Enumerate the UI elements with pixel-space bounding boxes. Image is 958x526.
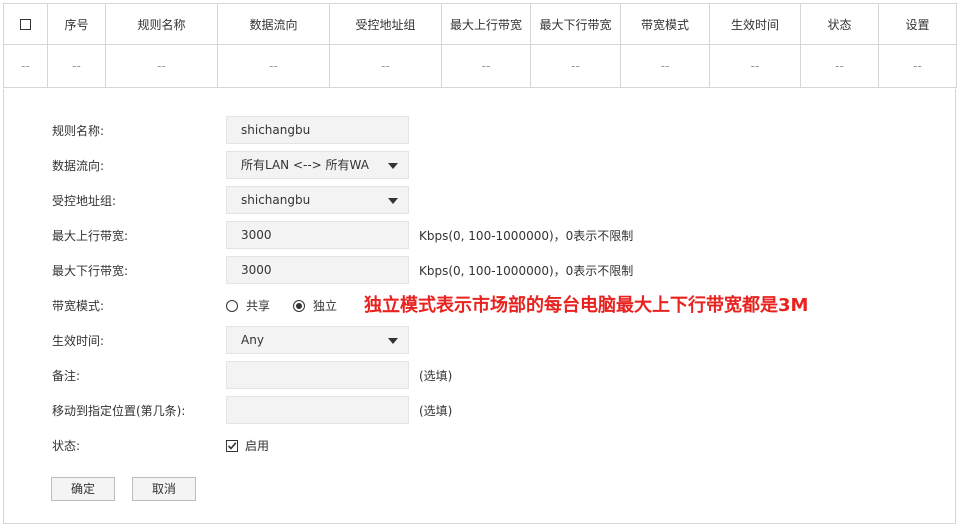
checkmark-icon <box>227 442 237 450</box>
col-header-status: 状态 <box>800 3 879 45</box>
max-up-row: 最大上行带宽: 3000 Kbps(0, 100-1000000)，0表示不限制 <box>4 221 955 251</box>
direction-select[interactable]: 所有LAN <--> 所有WA <box>226 151 409 179</box>
table-row: -- -- -- -- -- -- -- -- -- -- -- <box>3 44 957 88</box>
col-header-time: 生效时间 <box>709 3 801 45</box>
status-label: 状态: <box>52 439 81 453</box>
radio-shared-label[interactable]: 共享 <box>246 291 270 321</box>
col-header-address-group: 受控地址组 <box>329 3 442 45</box>
enable-checkbox-label[interactable]: 启用 <box>245 431 269 461</box>
col-header-max-up: 最大上行带宽 <box>441 3 531 45</box>
col-header-index: 序号 <box>47 3 106 45</box>
position-label: 移动到指定位置(第几条): <box>52 404 186 418</box>
annotation-text: 独立模式表示市场部的每台电脑最大上下行带宽都是3M <box>364 295 809 316</box>
qos-rule-page: 序号 规则名称 数据流向 受控地址组 最大上行带宽 最大下行带宽 带宽模式 生效… <box>0 0 958 526</box>
rules-table: 序号 规则名称 数据流向 受控地址组 最大上行带宽 最大下行带宽 带宽模式 生效… <box>3 3 957 88</box>
note-input[interactable] <box>226 361 409 389</box>
dropdown-arrow-icon <box>388 198 398 204</box>
effective-time-label: 生效时间: <box>52 334 105 348</box>
table-cell: -- <box>47 44 106 88</box>
ok-button[interactable]: 确定 <box>51 477 115 501</box>
max-up-label: 最大上行带宽: <box>52 229 129 243</box>
max-up-input[interactable]: 3000 <box>226 221 409 249</box>
table-cell: -- <box>530 44 621 88</box>
table-cell: -- <box>709 44 801 88</box>
rule-name-row: 规则名称: shichangbu <box>4 116 955 146</box>
radio-shared[interactable] <box>226 300 238 312</box>
table-cell: -- <box>878 44 957 88</box>
direction-value: 所有LAN <--> 所有WA <box>241 158 369 172</box>
effective-time-value: Any <box>241 333 264 347</box>
max-down-label: 最大下行带宽: <box>52 264 129 278</box>
radio-independent[interactable] <box>293 300 305 312</box>
actions-row: 确定 取消 <box>4 477 955 507</box>
rule-name-label: 规则名称: <box>52 124 105 138</box>
note-hint: (选填) <box>419 369 453 383</box>
col-header-settings: 设置 <box>878 3 957 45</box>
rule-edit-panel: 规则名称: shichangbu 数据流向: 所有LAN <--> 所有WA 受… <box>3 89 956 524</box>
table-cell: -- <box>441 44 531 88</box>
effective-time-select[interactable]: Any <box>226 326 409 354</box>
table-cell: -- <box>620 44 710 88</box>
select-all-checkbox[interactable] <box>20 19 31 30</box>
note-row: 备注: (选填) <box>4 361 955 391</box>
note-label: 备注: <box>52 369 81 383</box>
max-up-hint: Kbps(0, 100-1000000)，0表示不限制 <box>419 229 634 243</box>
select-all-cell[interactable] <box>3 3 48 45</box>
bandwidth-mode-row: 带宽模式: 共享 独立 独立模式表示市场部的每台电脑最大上下行带宽都是3M <box>4 291 955 321</box>
address-group-label: 受控地址组: <box>52 194 117 208</box>
max-down-input[interactable]: 3000 <box>226 256 409 284</box>
cancel-button[interactable]: 取消 <box>132 477 196 501</box>
position-input[interactable] <box>226 396 409 424</box>
address-group-value: shichangbu <box>241 193 311 207</box>
table-header-row: 序号 规则名称 数据流向 受控地址组 最大上行带宽 最大下行带宽 带宽模式 生效… <box>3 3 957 45</box>
enable-checkbox[interactable] <box>226 440 238 452</box>
table-cell: -- <box>3 44 48 88</box>
col-header-rule-name: 规则名称 <box>105 3 218 45</box>
direction-label: 数据流向: <box>52 159 105 173</box>
table-cell: -- <box>329 44 442 88</box>
position-hint: (选填) <box>419 404 453 418</box>
table-cell: -- <box>105 44 218 88</box>
table-cell: -- <box>217 44 330 88</box>
col-header-direction: 数据流向 <box>217 3 330 45</box>
max-down-row: 最大下行带宽: 3000 Kbps(0, 100-1000000)，0表示不限制 <box>4 256 955 286</box>
dropdown-arrow-icon <box>388 338 398 344</box>
col-header-max-down: 最大下行带宽 <box>530 3 621 45</box>
table-cell: -- <box>800 44 879 88</box>
address-group-select[interactable]: shichangbu <box>226 186 409 214</box>
dropdown-arrow-icon <box>388 163 398 169</box>
direction-row: 数据流向: 所有LAN <--> 所有WA <box>4 151 955 181</box>
max-down-hint: Kbps(0, 100-1000000)，0表示不限制 <box>419 264 634 278</box>
position-row: 移动到指定位置(第几条): (选填) <box>4 396 955 426</box>
radio-independent-label[interactable]: 独立 <box>313 291 337 321</box>
rule-name-input[interactable]: shichangbu <box>226 116 409 144</box>
status-row: 状态: 启用 <box>4 431 955 461</box>
bandwidth-mode-label: 带宽模式: <box>52 299 105 313</box>
effective-time-row: 生效时间: Any <box>4 326 955 356</box>
address-group-row: 受控地址组: shichangbu <box>4 186 955 216</box>
col-header-mode: 带宽模式 <box>620 3 710 45</box>
